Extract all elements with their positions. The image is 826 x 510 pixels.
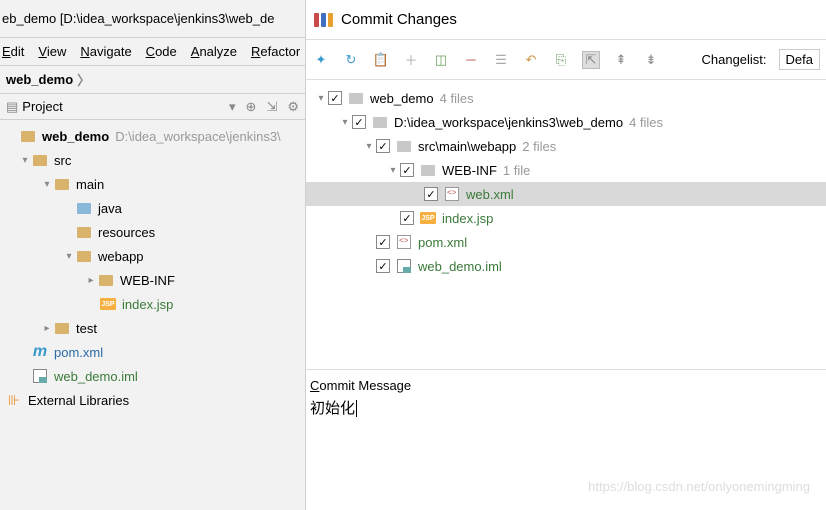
new-changelist-icon[interactable]: ◫	[432, 51, 450, 69]
tree-row[interactable]: ▾ ✓ D:\idea_workspace\jenkins3\web_demo4…	[306, 110, 826, 134]
menu-refactor[interactable]: Refactor	[251, 44, 300, 59]
group-icon[interactable]: ☰	[492, 51, 510, 69]
collapse-icon[interactable]: ⇲	[266, 99, 277, 115]
star-icon[interactable]: ✦	[312, 51, 330, 69]
tree-row[interactable]: ▾ ✓ web_demo4 files	[306, 86, 826, 110]
checkbox[interactable]: ✓	[376, 139, 390, 153]
tree-main[interactable]: ▾ main	[0, 172, 305, 196]
chevron-down-icon[interactable]: ▾	[338, 117, 352, 128]
chevron-down-icon[interactable]: ▾	[362, 141, 376, 152]
tree-pom[interactable]: mpom.xml	[0, 340, 305, 364]
dropdown-icon[interactable]: ▾	[229, 99, 236, 115]
menu-code[interactable]: Code	[146, 44, 177, 59]
menu-navigate[interactable]: Navigate	[80, 44, 131, 59]
menu-edit[interactable]: Edit	[2, 44, 24, 59]
checkbox[interactable]: ✓	[328, 91, 342, 105]
diff-icon[interactable]: ⎘	[552, 51, 570, 69]
remove-icon[interactable]: －	[462, 51, 480, 69]
sort-down-icon[interactable]: ⇟	[642, 51, 660, 69]
tree-row[interactable]: ✓ pom.xml	[306, 230, 826, 254]
refresh-icon[interactable]: ↻	[342, 51, 360, 69]
tree-row[interactable]: ▾ ✓ src\main\webapp2 files	[306, 134, 826, 158]
commit-message-label: Commit Message	[310, 378, 822, 393]
chevron-right-icon[interactable]: ▸	[40, 323, 54, 334]
menu-bar: Edit View Navigate Code Analyze Refactor	[0, 38, 305, 66]
tree-iml[interactable]: web_demo.iml	[0, 364, 305, 388]
checkbox[interactable]: ✓	[376, 235, 390, 249]
target-icon[interactable]: ⊕	[246, 99, 257, 115]
chevron-down-icon[interactable]: ▾	[40, 179, 54, 190]
checkbox[interactable]: ✓	[424, 187, 438, 201]
tree-webinf[interactable]: ▸ WEB-INF	[0, 268, 305, 292]
tree-src[interactable]: ▾ src	[0, 148, 305, 172]
checkbox[interactable]: ✓	[376, 259, 390, 273]
chevron-down-icon[interactable]: ▾	[18, 155, 32, 166]
breadcrumb[interactable]: web_demo 〉	[0, 66, 305, 94]
tree-test[interactable]: ▸ test	[0, 316, 305, 340]
chevron-down-icon[interactable]: ▾	[314, 93, 328, 104]
menu-analyze[interactable]: Analyze	[191, 44, 237, 59]
chevron-right-icon[interactable]: ▸	[84, 275, 98, 286]
sort-up-icon[interactable]: ⇞	[612, 51, 630, 69]
rollback-icon[interactable]: ↶	[522, 51, 540, 69]
commit-file-tree: ▾ ✓ web_demo4 files ▾ ✓ D:\idea_workspac…	[306, 80, 826, 370]
expand-icon[interactable]: ⇱	[582, 51, 600, 69]
watermark: https://blog.csdn.net/onlyonemingming	[588, 479, 810, 494]
window-title: eb_demo [D:\idea_workspace\jenkins3\web_…	[0, 0, 305, 38]
dialog-title-bar: Commit Changes	[306, 0, 826, 40]
tree-indexjsp[interactable]: JSPindex.jsp	[0, 292, 305, 316]
tree-row-selected[interactable]: ✓ web.xml	[306, 182, 826, 206]
tree-row[interactable]: ✓ web_demo.iml	[306, 254, 826, 278]
tree-external-libraries[interactable]: ⊪External Libraries	[0, 388, 305, 412]
intellij-logo-icon	[314, 13, 333, 27]
chevron-down-icon[interactable]: ▾	[62, 251, 76, 262]
project-tree: web_demo D:\idea_workspace\jenkins3\ ▾ s…	[0, 120, 305, 416]
tree-resources[interactable]: resources	[0, 220, 305, 244]
checkbox[interactable]: ✓	[400, 211, 414, 225]
commit-toolbar: ✦ ↻ 📋 ＋ ◫ － ☰ ↶ ⎘ ⇱ ⇞ ⇟ Changelist: Defa	[306, 40, 826, 80]
changelist-label: Changelist:	[701, 52, 766, 67]
tree-root[interactable]: web_demo D:\idea_workspace\jenkins3\	[0, 124, 305, 148]
checkbox[interactable]: ✓	[352, 115, 366, 129]
chevron-down-icon[interactable]: ▾	[386, 165, 400, 176]
commit-message-input[interactable]: 初始化	[310, 397, 822, 418]
tree-row[interactable]: ✓ JSP index.jsp	[306, 206, 826, 230]
project-tool-icon: ▤	[6, 99, 18, 115]
tree-java[interactable]: java	[0, 196, 305, 220]
add-icon[interactable]: ＋	[402, 51, 420, 69]
gear-icon[interactable]: ⚙	[287, 99, 299, 115]
tree-row[interactable]: ▾ ✓ WEB-INF1 file	[306, 158, 826, 182]
menu-view[interactable]: View	[38, 44, 66, 59]
tree-webapp[interactable]: ▾ webapp	[0, 244, 305, 268]
checkbox[interactable]: ✓	[400, 163, 414, 177]
project-tool-title[interactable]: Project	[22, 99, 225, 114]
changelist-select[interactable]: Defa	[779, 49, 820, 70]
clipboard-icon[interactable]: 📋	[372, 51, 390, 69]
